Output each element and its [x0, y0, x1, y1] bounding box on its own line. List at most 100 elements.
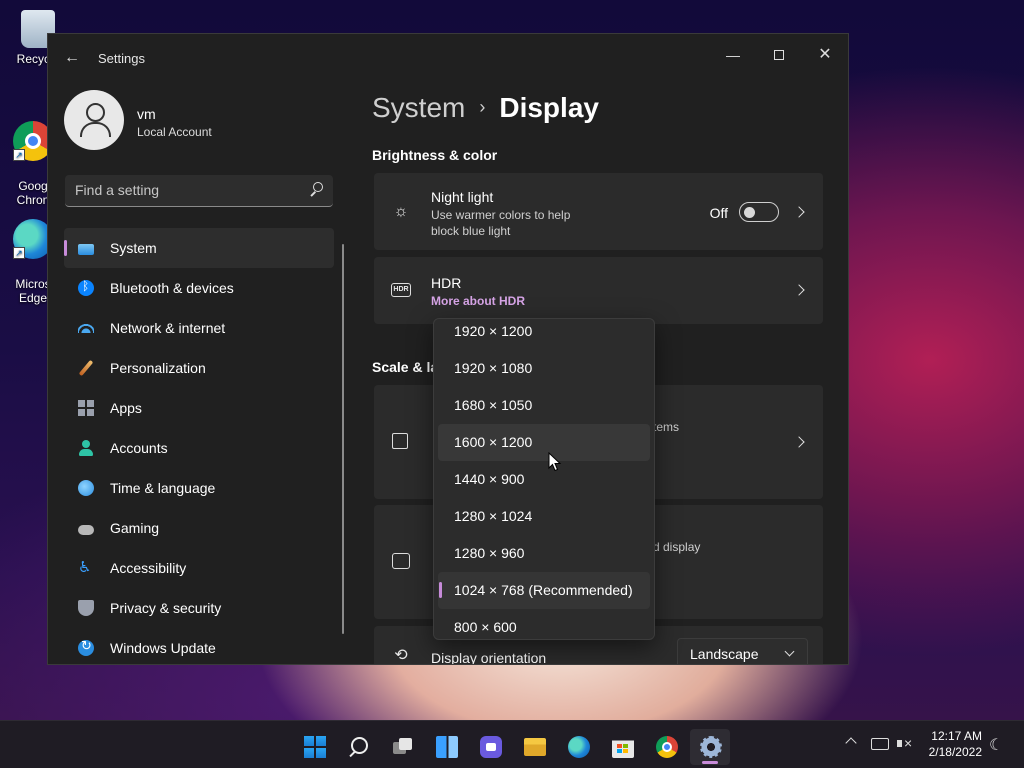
search-icon — [307, 182, 323, 198]
hdr-title: HDR — [431, 275, 462, 291]
taskbar-widgets-button[interactable] — [426, 729, 466, 765]
sidebar-nav: System Bluetooth & devices Network & int… — [64, 228, 334, 664]
system-clock[interactable]: 12:17 AM 2/18/2022 — [922, 728, 982, 760]
sidebar-item-accounts[interactable]: Accounts — [64, 428, 334, 468]
brush-icon — [78, 360, 94, 376]
avatar-icon — [64, 90, 124, 150]
sidebar-item-label: Bluetooth & devices — [110, 280, 234, 296]
resolution-option[interactable]: 800 × 600 — [438, 609, 650, 639]
night-light-toggle[interactable] — [739, 202, 779, 222]
sidebar-scrollbar[interactable] — [342, 244, 344, 634]
store-icon — [612, 736, 634, 758]
resolution-option[interactable]: 1680 × 1050 — [438, 387, 650, 424]
resolution-option[interactable]: 1920 × 1200 — [438, 319, 650, 350]
clock-time: 12:17 AM — [931, 729, 982, 743]
sidebar-item-label: Personalization — [110, 360, 206, 376]
resolution-option-selected[interactable]: 1024 × 768 (Recommended) — [438, 572, 650, 609]
chevron-right-icon — [795, 437, 805, 447]
taskbar-search-button[interactable] — [338, 729, 378, 765]
resolution-dropdown[interactable]: 1920 × 1200 1920 × 1080 1680 × 1050 1600… — [433, 318, 655, 640]
sidebar-item-privacy-security[interactable]: Privacy & security — [64, 588, 334, 628]
breadcrumb-parent[interactable]: System — [372, 92, 465, 123]
apps-icon — [78, 400, 94, 416]
minimize-button[interactable]: — — [710, 40, 756, 70]
network-status-icon[interactable] — [871, 738, 889, 750]
bluetooth-icon — [78, 279, 94, 296]
night-light-card[interactable]: ☼ Night light Use warmer colors to help … — [374, 173, 823, 250]
sidebar-item-label: Time & language — [110, 480, 216, 496]
profile-account-type: Local Account — [137, 125, 212, 139]
sidebar-item-accessibility[interactable]: Accessibility — [64, 548, 334, 588]
title-bar[interactable]: ← Settings — ✕ — [48, 34, 848, 82]
taskbar-store-button[interactable] — [602, 729, 642, 765]
sidebar-item-system[interactable]: System — [64, 228, 334, 268]
taskbar-task-view-button[interactable] — [382, 729, 422, 765]
sidebar-item-label: System — [110, 240, 157, 256]
scale-card-text: tems — [653, 420, 680, 434]
update-icon — [78, 638, 94, 656]
sidebar-item-time-language[interactable]: Time & language — [64, 468, 334, 508]
sidebar-item-label: Windows Update — [110, 640, 216, 656]
settings-icon — [700, 736, 722, 758]
profile-name: vm — [137, 106, 156, 122]
sidebar-item-windows-update[interactable]: Windows Update — [64, 628, 334, 664]
search-box[interactable] — [65, 175, 333, 207]
resolution-option-list: 1920 × 1200 1920 × 1080 1680 × 1050 1600… — [434, 319, 654, 639]
chevron-right-icon — [795, 207, 805, 217]
taskbar-settings-button[interactable] — [690, 729, 730, 765]
sidebar-item-personalization[interactable]: Personalization — [64, 348, 334, 388]
resolution-option[interactable]: 1440 × 900 — [438, 461, 650, 498]
sidebar-item-label: Privacy & security — [110, 600, 222, 616]
multi-display-card-text: d display — [653, 540, 701, 554]
maximize-icon — [774, 50, 784, 60]
focus-assist-moon-icon[interactable]: ☾ — [989, 735, 1007, 754]
volume-muted-icon[interactable] — [897, 735, 915, 752]
taskbar-chat-button[interactable] — [470, 729, 510, 765]
task-view-icon — [392, 736, 414, 758]
orientation-select[interactable]: Landscape — [677, 638, 808, 664]
system-icon — [78, 243, 94, 255]
breadcrumb-separator: › — [479, 97, 486, 117]
chrome-icon — [656, 736, 678, 758]
resolution-option[interactable]: 1920 × 1080 — [438, 350, 650, 387]
resolution-option[interactable]: 1280 × 1024 — [438, 498, 650, 535]
resolution-option[interactable]: 1280 × 960 — [438, 535, 650, 572]
taskbar-edge-button[interactable] — [558, 729, 598, 765]
accessibility-icon — [78, 558, 94, 576]
night-light-title: Night light — [431, 189, 494, 205]
accounts-icon — [78, 440, 94, 456]
sidebar-item-label: Network & internet — [110, 320, 226, 336]
widgets-icon — [436, 736, 458, 758]
shortcut-arrow-icon: ↗ — [13, 247, 25, 259]
back-button[interactable]: ← — [62, 48, 82, 68]
taskbar-chrome-button[interactable] — [646, 729, 686, 765]
sidebar-item-bluetooth[interactable]: Bluetooth & devices — [64, 268, 334, 308]
section-title-brightness: Brightness & color — [372, 147, 498, 163]
resolution-option-hovered[interactable]: 1600 × 1200 — [438, 424, 650, 461]
brightness-icon: ☼ — [393, 203, 409, 220]
edge-icon — [568, 736, 590, 758]
sidebar-item-label: Gaming — [110, 520, 160, 536]
sidebar-item-label: Apps — [110, 400, 142, 416]
sidebar-item-label: Accounts — [110, 440, 168, 456]
orientation-icon: ⟲ — [394, 647, 408, 664]
hdr-card[interactable]: HDR HDR More about HDR — [374, 257, 823, 324]
sidebar-item-apps[interactable]: Apps — [64, 388, 334, 428]
start-icon — [304, 736, 326, 758]
hdr-icon: HDR — [391, 283, 411, 297]
search-input[interactable] — [75, 182, 295, 198]
page-title: Display — [499, 92, 599, 123]
sidebar-item-gaming[interactable]: Gaming — [64, 508, 334, 548]
display-orientation-title: Display orientation — [431, 650, 547, 665]
globe-icon — [78, 480, 94, 496]
orientation-value: Landscape — [690, 646, 759, 662]
taskbar-file-explorer-button[interactable] — [514, 729, 554, 765]
taskbar-start-button[interactable] — [294, 729, 334, 765]
close-button[interactable]: ✕ — [802, 40, 848, 70]
sidebar-item-network[interactable]: Network & internet — [64, 308, 334, 348]
shortcut-arrow-icon: ↗ — [13, 149, 25, 161]
hdr-link[interactable]: More about HDR — [431, 294, 525, 308]
sidebar-item-label: Accessibility — [110, 560, 187, 576]
maximize-button[interactable] — [756, 40, 802, 70]
chevron-down-icon — [784, 646, 795, 657]
